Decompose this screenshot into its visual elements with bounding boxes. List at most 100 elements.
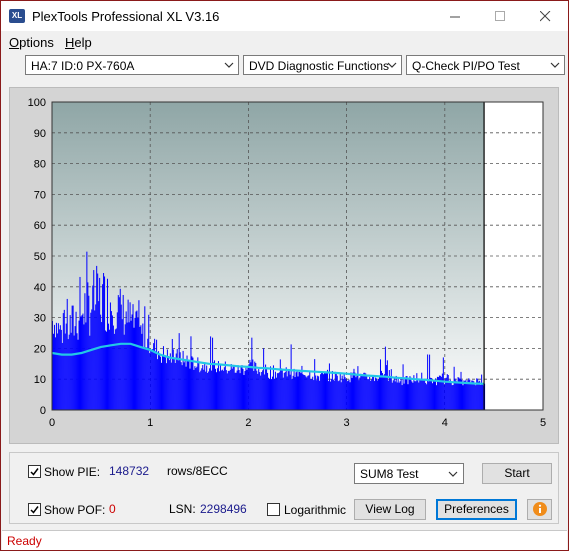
pie-bar (63, 309, 65, 410)
pie-bar (164, 357, 166, 410)
pie-bar (159, 354, 161, 410)
pie-bar (161, 354, 163, 410)
pie-bar (291, 379, 293, 410)
lsn-value: 2298496 (200, 502, 247, 516)
pie-bar (373, 375, 375, 410)
function-select[interactable]: DVD Diagnostic Functions (243, 55, 402, 75)
pie-bar (374, 381, 376, 410)
pie-bar (240, 366, 242, 410)
pie-bar (221, 369, 223, 410)
pie-bar (199, 372, 201, 410)
pie-bar (54, 337, 56, 410)
pie-bar (219, 364, 221, 410)
y-tick-label: 80 (34, 159, 46, 171)
pie-bar (311, 379, 313, 410)
pie-bar (195, 368, 197, 410)
pie-bar (203, 369, 205, 410)
pie-bar (125, 311, 127, 410)
pie-bar (186, 355, 188, 410)
show-pie-checkbox[interactable] (28, 465, 41, 478)
pie-bar (268, 377, 270, 410)
pie-bar (148, 314, 150, 410)
pie-bar (417, 380, 419, 410)
pie-bar (174, 362, 176, 410)
pie-bar (406, 376, 408, 410)
pie-bar (393, 377, 395, 410)
pie-bar (187, 360, 189, 410)
pie-bar (124, 324, 126, 410)
menu-options[interactable]: Options (9, 35, 54, 50)
pie-bar (302, 374, 304, 410)
pie-bar (256, 370, 258, 410)
pie-bar (460, 371, 462, 410)
pie-bar (226, 373, 228, 410)
pie-bar (356, 375, 358, 410)
pie-bar (415, 381, 417, 410)
x-tick-label: 3 (344, 417, 350, 429)
start-button[interactable]: Start (482, 463, 552, 484)
pie-bar (376, 378, 378, 410)
pie-bar (246, 369, 248, 410)
show-pof-checkbox[interactable] (28, 503, 41, 516)
logarithmic-label: Logarithmic (284, 503, 347, 517)
pie-bar (135, 311, 137, 410)
pie-bar (235, 372, 237, 410)
pie-bar (93, 270, 95, 410)
info-button[interactable] (527, 499, 552, 520)
checkmark-icon (30, 506, 39, 514)
pie-bar (329, 381, 331, 410)
x-tick-label: 2 (245, 417, 251, 429)
pie-bar (188, 360, 190, 410)
close-icon[interactable] (523, 1, 568, 31)
pie-bar (367, 379, 369, 410)
logarithmic-checkbox[interactable] (267, 503, 280, 516)
pie-bar (275, 377, 277, 410)
title-bar[interactable]: XL PlexTools Professional XL V3.16 (1, 1, 568, 31)
view-log-button[interactable]: View Log (354, 499, 426, 520)
app-window: XL PlexTools Professional XL V3.16 Optio… (0, 0, 569, 551)
pie-bar (326, 369, 328, 410)
pie-bar (131, 314, 133, 410)
sum-test-select[interactable]: SUM8 Test (354, 463, 464, 484)
pie-bar (163, 356, 165, 410)
pie-bar (223, 367, 225, 410)
pie-bar (165, 363, 167, 410)
test-select[interactable]: Q-Check PI/PO Test (406, 55, 565, 75)
pie-bar (53, 324, 55, 410)
pie-bar (387, 380, 389, 410)
app-logo-icon: XL (9, 9, 25, 23)
pie-bar (449, 379, 451, 410)
pie-value: 148732 (109, 464, 150, 478)
drive-select[interactable]: HA:7 ID:0 PX-760A (25, 55, 239, 75)
pie-bar (271, 376, 273, 410)
pie-bar (211, 370, 213, 410)
pie-bar (170, 362, 172, 410)
pie-bar (96, 265, 98, 410)
chevron-down-icon (224, 62, 234, 68)
pie-bar (276, 373, 278, 410)
minimize-icon[interactable] (433, 1, 478, 31)
sum-test-value: SUM8 Test (360, 467, 419, 481)
pie-bar (474, 384, 476, 410)
pie-bar (106, 331, 108, 410)
menu-help[interactable]: Help (65, 35, 92, 50)
pie-bar (337, 381, 339, 410)
pie-bar (167, 356, 169, 410)
pie-bar (126, 322, 128, 410)
pie-bar (264, 374, 266, 410)
y-tick-label: 90 (34, 128, 46, 140)
pie-bar (394, 381, 396, 410)
pie-bar (156, 339, 158, 410)
pie-bar (218, 371, 220, 410)
maximize-icon[interactable] (478, 1, 523, 31)
pie-bar (89, 335, 91, 410)
pof-value: 0 (109, 502, 116, 516)
pie-bar (61, 342, 63, 410)
pie-bar (64, 333, 66, 410)
preferences-button[interactable]: Preferences (436, 499, 517, 520)
pie-bar (227, 370, 229, 410)
pie-bar (339, 372, 341, 410)
pie-bar (77, 339, 79, 410)
chevron-down-icon (550, 62, 560, 68)
pie-bar (247, 365, 249, 410)
